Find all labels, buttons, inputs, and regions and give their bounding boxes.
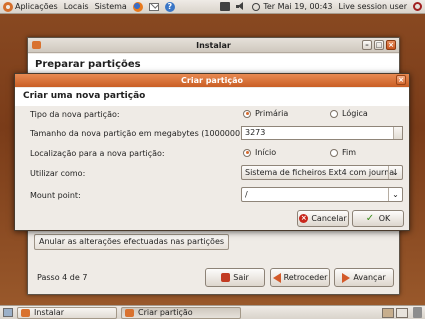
workspace-2[interactable]: [396, 308, 408, 318]
applications-menu-label: Aplicações: [15, 2, 58, 11]
partition-size-value: 3273: [245, 128, 266, 137]
cancel-button[interactable]: × Cancelar: [297, 210, 349, 227]
installer-task-icon: [21, 309, 30, 317]
quit-button-label: Sair: [233, 273, 249, 282]
quit-icon: [221, 273, 231, 282]
workspace-1[interactable]: [382, 308, 394, 318]
radio-logical-label: Lógica: [342, 109, 368, 118]
spin-arrows-icon[interactable]: [393, 127, 402, 139]
radio-start-label: Início: [255, 148, 277, 157]
clock-icon: [252, 2, 261, 11]
use-as-value: Sistema de ficheiros Ext4 com journal: [245, 168, 397, 177]
clock-text: Ter Mai 19, 00:43: [263, 2, 333, 11]
create-partition-dialog: Criar partição × Criar uma nova partição…: [14, 73, 410, 231]
task-installer[interactable]: Instalar: [17, 307, 117, 319]
dialog-title: Criar partição: [181, 76, 243, 85]
ok-check-icon: ✓: [365, 212, 375, 224]
maximize-button[interactable]: □: [374, 40, 384, 50]
installer-nav: Passo 4 de 7 Sair Retroceder Avançar: [37, 268, 397, 288]
task-create-partition[interactable]: Criar partição: [121, 307, 241, 319]
radio-end-label: Fim: [342, 148, 357, 157]
minimize-button[interactable]: –: [362, 40, 372, 50]
partition-size-spinner[interactable]: 3273: [241, 126, 403, 140]
network-icon: [220, 2, 231, 11]
trash-icon[interactable]: [413, 307, 422, 318]
dialog-close-button[interactable]: ×: [396, 75, 406, 85]
partition-location-label: Localização para a nova partição:: [30, 149, 165, 158]
radio-primary[interactable]: Primária: [243, 109, 288, 118]
radio-start-indicator: [243, 148, 251, 157]
use-as-combo[interactable]: Sistema de ficheiros Ext4 com journal ⌄: [241, 165, 403, 180]
ubuntu-logo-icon: [3, 1, 13, 12]
mail-icon: [148, 2, 159, 11]
show-desktop-icon[interactable]: [3, 308, 13, 317]
forward-button-label: Avançar: [353, 273, 386, 282]
step-indicator: Passo 4 de 7: [37, 273, 88, 282]
places-menu[interactable]: Locais: [61, 0, 92, 14]
applications-menu[interactable]: Aplicações: [0, 0, 61, 14]
mail-launcher[interactable]: [146, 0, 162, 14]
quit-button[interactable]: Sair: [205, 268, 265, 287]
mount-point-label: Mount point:: [30, 191, 81, 200]
shutdown-button[interactable]: [410, 0, 425, 14]
mount-point-value: /: [245, 190, 248, 199]
task-installer-label: Instalar: [34, 308, 65, 317]
dialog-header: Criar uma nova partição: [15, 88, 409, 106]
forward-arrow-icon: [342, 272, 351, 283]
installer-titlebar[interactable]: Instalar – □ ×: [28, 38, 399, 53]
chevron-down-icon: ⌄: [388, 188, 402, 201]
radio-primary-label: Primária: [255, 109, 289, 118]
clock[interactable]: Ter Mai 19, 00:43: [249, 0, 335, 14]
partition-type-label: Tipo da nova partição:: [30, 110, 120, 119]
volume-indicator[interactable]: [233, 0, 249, 14]
close-button[interactable]: ×: [386, 40, 396, 50]
ok-button[interactable]: ✓ OK: [352, 210, 404, 227]
user-menu[interactable]: Live session user: [336, 0, 410, 14]
back-button-label: Retroceder: [283, 273, 328, 282]
radio-primary-indicator: [243, 109, 251, 118]
installer-app-icon: [32, 41, 41, 49]
installer-title: Instalar: [196, 40, 231, 50]
help-icon: ?: [164, 1, 175, 12]
system-menu[interactable]: Sistema: [92, 0, 130, 14]
radio-end-indicator: [330, 148, 338, 157]
radio-logical[interactable]: Lógica: [330, 109, 368, 118]
discard-changes-button[interactable]: Anular as alterações efectuadas nas part…: [34, 234, 230, 250]
chevron-down-icon: ⌄: [388, 166, 402, 179]
volume-icon: [236, 2, 246, 11]
ok-button-label: OK: [378, 214, 391, 223]
top-panel: Aplicações Locais Sistema ? Ter Mai 19, …: [0, 0, 425, 14]
back-arrow-icon: [272, 272, 281, 283]
firefox-launcher[interactable]: [130, 0, 146, 14]
forward-button[interactable]: Avançar: [334, 268, 394, 287]
firefox-icon: [132, 1, 143, 12]
radio-start[interactable]: Início: [243, 148, 276, 157]
back-button[interactable]: Retroceder: [270, 268, 330, 287]
dialog-titlebar[interactable]: Criar partição ×: [15, 74, 409, 87]
mount-point-combo[interactable]: / ⌄: [241, 187, 403, 202]
cancel-icon: ×: [299, 214, 309, 223]
bottom-panel: Instalar Criar partição: [0, 305, 425, 319]
use-as-label: Utilizar como:: [30, 169, 86, 178]
help-launcher[interactable]: ?: [162, 0, 178, 14]
network-indicator[interactable]: [217, 0, 233, 14]
dialog-task-icon: [125, 309, 134, 317]
radio-end[interactable]: Fim: [330, 148, 356, 157]
cancel-button-label: Cancelar: [311, 214, 347, 223]
task-create-partition-label: Criar partição: [138, 308, 193, 317]
power-icon: [413, 2, 422, 11]
partition-size-label: Tamanho da nova partição em megabytes (1…: [30, 129, 271, 138]
radio-logical-indicator: [330, 109, 338, 118]
